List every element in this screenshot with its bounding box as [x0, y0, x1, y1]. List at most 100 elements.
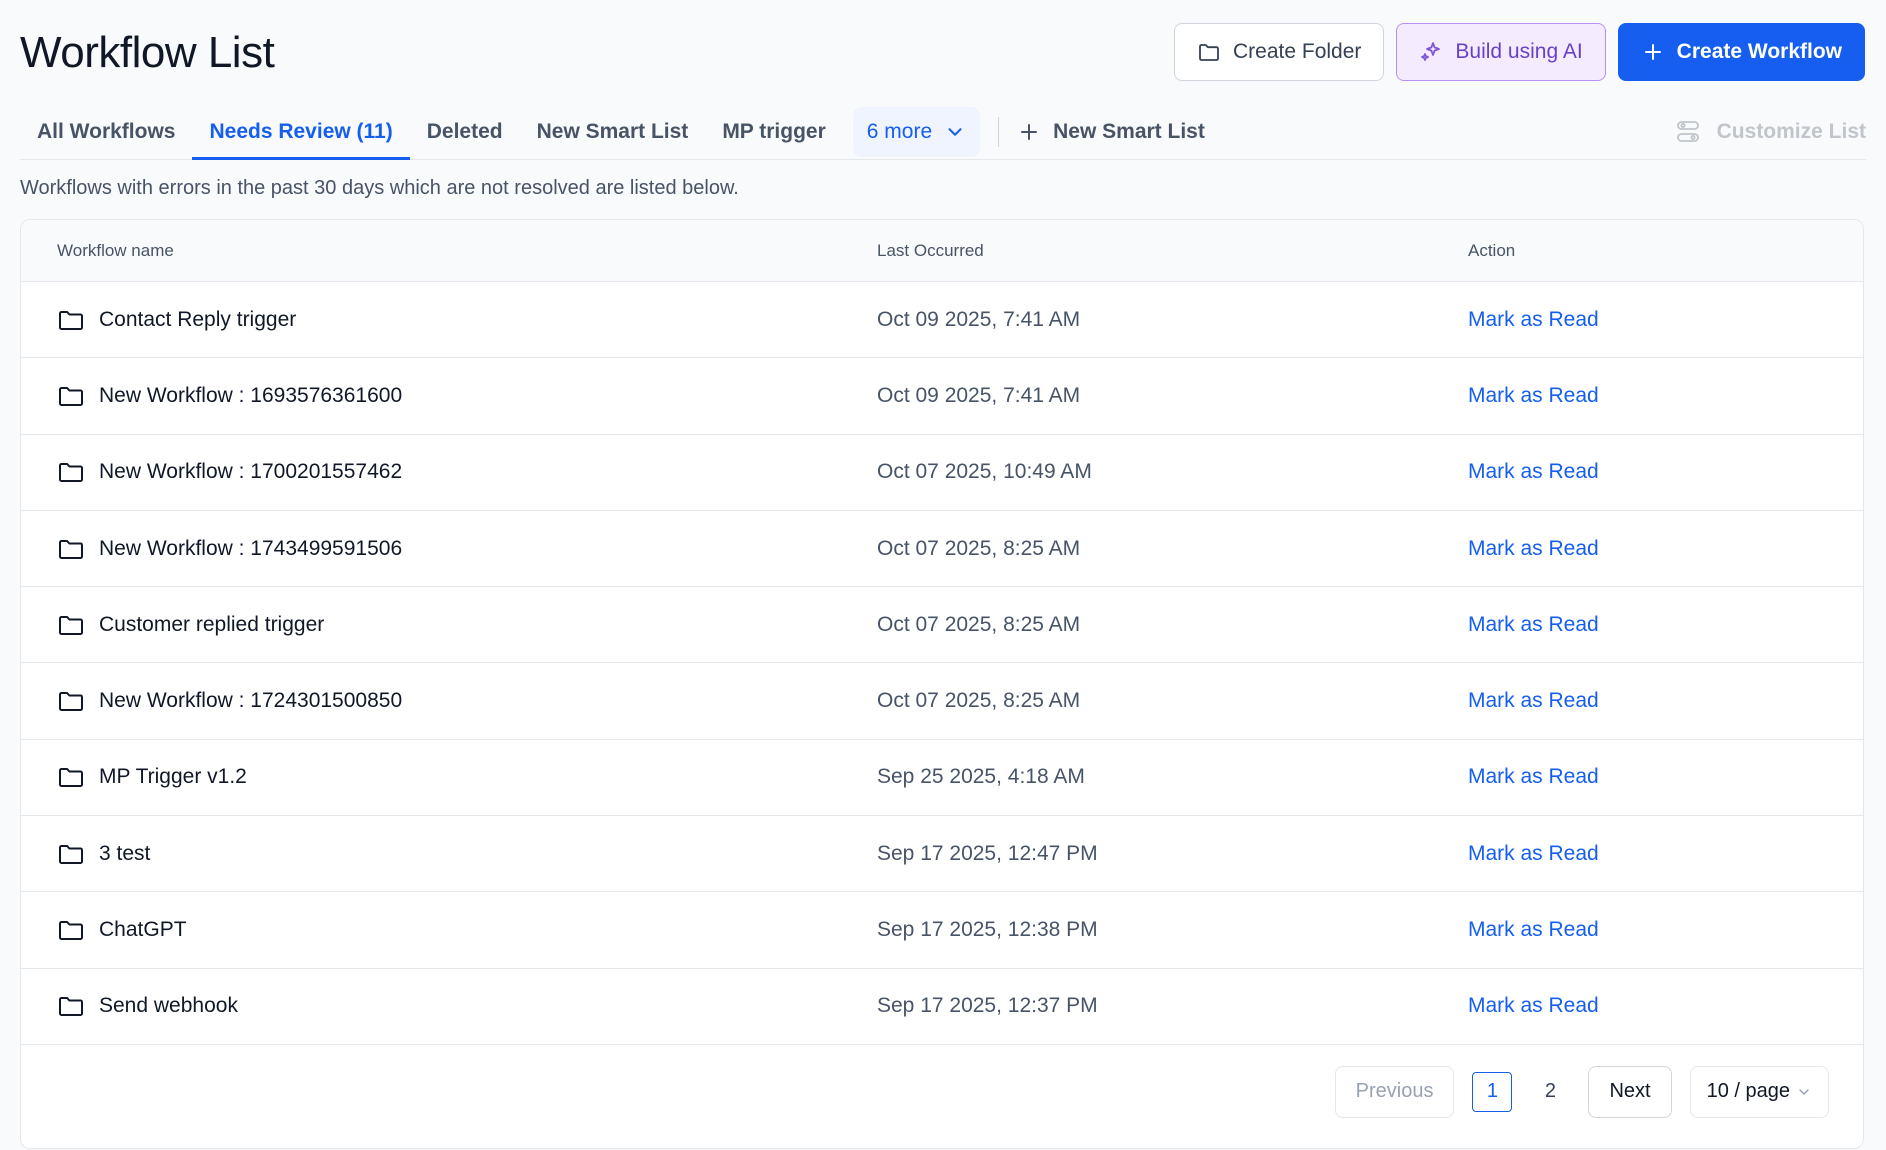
page-header: Workflow List Create Folder Build using …	[20, 0, 1866, 104]
table-row[interactable]: MP Trigger v1.2 Sep 25 2025, 4:18 AM Mark …	[21, 740, 1863, 817]
tabs-bar: All Workflows Needs Review (11) Deleted …	[20, 104, 1866, 160]
create-folder-button[interactable]: Create Folder	[1174, 23, 1385, 81]
action-cell: Mark as Read	[1468, 918, 1863, 942]
mark-as-read-link[interactable]: Mark as Read	[1468, 308, 1599, 331]
tab-mp-trigger[interactable]: MP trigger	[705, 104, 842, 159]
mark-as-read-link[interactable]: Mark as Read	[1468, 537, 1599, 560]
workflow-name[interactable]: MP Trigger v1.2	[99, 765, 247, 789]
tab-all-workflows[interactable]: All Workflows	[20, 104, 192, 159]
next-page-button[interactable]: Next	[1588, 1065, 1672, 1118]
workflow-name[interactable]: New Workflow : 1693576361600	[99, 384, 402, 408]
tab-deleted[interactable]: Deleted	[410, 104, 520, 159]
action-cell: Mark as Read	[1468, 689, 1863, 713]
create-folder-label: Create Folder	[1233, 40, 1362, 63]
tabs: All Workflows Needs Review (11) Deleted …	[20, 104, 1209, 160]
folder-icon	[59, 310, 83, 330]
workflow-name[interactable]: Contact Reply trigger	[99, 308, 296, 332]
workflow-name-cell: New Workflow : 1724301500850	[21, 687, 877, 715]
column-header-name: Workflow name	[57, 240, 174, 260]
customize-icon	[1676, 120, 1699, 142]
workflow-name[interactable]: New Workflow : 1743499591506	[99, 537, 402, 561]
table-row[interactable]: 3 test Sep 17 2025, 12:47 PM Mark as Read	[21, 816, 1863, 893]
mark-as-read-link[interactable]: Mark as Read	[1468, 918, 1599, 941]
table-row[interactable]: Contact Reply trigger Oct 09 2025, 7:41 A…	[21, 282, 1863, 359]
table-row[interactable]: ChatGPT Sep 17 2025, 12:38 PM Mark as Read	[21, 892, 1863, 969]
action-cell: Mark as Read	[1468, 308, 1863, 332]
table-row[interactable]: New Workflow : 1693576361600 Oct 09 2025,…	[21, 358, 1863, 435]
workflow-name[interactable]: New Workflow : 1724301500850	[99, 689, 402, 713]
workflow-name-cell: Contact Reply trigger	[21, 306, 877, 334]
header-actions: Create Folder Build using AI Create Work…	[1174, 23, 1865, 81]
mark-as-read-link[interactable]: Mark as Read	[1468, 765, 1599, 788]
column-header-action: Action	[1468, 240, 1516, 260]
workflow-name[interactable]: Send webhook	[99, 994, 238, 1018]
previous-page-button[interactable]: Previous	[1334, 1065, 1455, 1118]
workflow-name[interactable]: ChatGPT	[99, 918, 187, 942]
pagination: Previous 1 2 Next 10 / page	[21, 1045, 1863, 1139]
workflow-name-cell: Send webhook	[21, 992, 877, 1020]
plus-icon	[1644, 44, 1661, 60]
folder-icon	[59, 463, 83, 483]
last-occurred-cell: Sep 17 2025, 12:47 PM	[877, 841, 1098, 865]
build-using-ai-button[interactable]: Build using AI	[1396, 23, 1606, 81]
workflow-name-cell: ChatGPT	[21, 916, 877, 944]
workflow-name[interactable]: Customer replied trigger	[99, 613, 324, 637]
sparkle-icon	[1421, 42, 1441, 61]
workflow-table: Workflow name Last Occurred Action Conta…	[20, 219, 1864, 1149]
workflow-name-cell: MP Trigger v1.2	[21, 763, 877, 791]
table-row[interactable]: New Workflow : 1743499591506 Oct 07 2025,…	[21, 511, 1863, 588]
last-occurred-cell: Oct 07 2025, 8:25 AM	[877, 536, 1081, 560]
chevron-down-icon	[1799, 1089, 1809, 1096]
list-description: Workflows with errors in the past 30 day…	[20, 177, 739, 199]
mark-as-read-link[interactable]: Mark as Read	[1468, 384, 1599, 407]
last-occurred-cell: Oct 09 2025, 7:41 AM	[877, 307, 1081, 331]
table-body: Contact Reply trigger Oct 09 2025, 7:41 A…	[21, 282, 1863, 1045]
tabs-divider	[998, 116, 1000, 147]
tab-needs-review[interactable]: Needs Review (11)	[192, 104, 411, 160]
mark-as-read-link[interactable]: Mark as Read	[1468, 842, 1599, 865]
folder-icon	[59, 921, 83, 941]
folder-icon	[59, 997, 83, 1017]
folder-icon	[59, 768, 83, 788]
action-cell: Mark as Read	[1468, 994, 1863, 1018]
table-row[interactable]: Customer replied trigger Oct 07 2025, 8:2…	[21, 587, 1863, 664]
more-tabs-label: 6 more	[866, 119, 933, 143]
mark-as-read-link[interactable]: Mark as Read	[1468, 994, 1599, 1017]
workflow-name[interactable]: 3 test	[99, 842, 150, 866]
customize-list-label: Customize List	[1716, 119, 1866, 143]
workflow-name[interactable]: New Workflow : 1700201557462	[99, 460, 402, 484]
action-cell: Mark as Read	[1468, 460, 1863, 484]
action-cell: Mark as Read	[1468, 384, 1863, 408]
plus-icon	[1021, 123, 1038, 140]
page-1-button[interactable]: 1	[1472, 1071, 1513, 1112]
last-occurred-cell: Oct 09 2025, 7:41 AM	[877, 383, 1081, 407]
action-cell: Mark as Read	[1468, 765, 1863, 789]
table-row[interactable]: New Workflow : 1700201557462 Oct 07 2025,…	[21, 435, 1863, 511]
last-occurred-cell: Oct 07 2025, 8:25 AM	[877, 689, 1081, 713]
mark-as-read-link[interactable]: Mark as Read	[1468, 613, 1599, 636]
create-workflow-button[interactable]: Create Workflow	[1617, 23, 1865, 81]
table-row[interactable]: Send webhook Sep 17 2025, 12:37 PM Mark as…	[21, 969, 1863, 1045]
workflow-name-cell: New Workflow : 1700201557462	[21, 458, 877, 486]
page-size-select[interactable]: 10 / page	[1689, 1065, 1829, 1118]
last-occurred-cell: Sep 17 2025, 12:38 PM	[877, 918, 1098, 942]
more-tabs-dropdown[interactable]: 6 more	[852, 106, 981, 157]
table-row[interactable]: New Workflow : 1724301500850 Oct 07 2025,…	[21, 663, 1863, 740]
workflow-name-cell: Customer replied trigger	[21, 611, 877, 639]
new-smart-list-label: New Smart List	[1053, 119, 1205, 143]
folder-icon	[59, 539, 83, 559]
column-header-last-occurred: Last Occurred	[877, 240, 984, 260]
last-occurred-cell: Sep 17 2025, 12:37 PM	[877, 994, 1098, 1018]
customize-list-button[interactable]: Customize List	[1675, 119, 1866, 145]
new-smart-list-button[interactable]: New Smart List	[1017, 120, 1209, 144]
workflow-name-cell: New Workflow : 1743499591506	[21, 535, 877, 563]
mark-as-read-link[interactable]: Mark as Read	[1468, 689, 1599, 712]
folder-icon	[59, 692, 83, 712]
folder-icon	[59, 844, 83, 864]
action-cell: Mark as Read	[1468, 613, 1863, 637]
tab-new-smart-list[interactable]: New Smart List	[520, 104, 706, 159]
page-title: Workflow List	[20, 28, 275, 77]
folder-icon	[59, 386, 83, 406]
mark-as-read-link[interactable]: Mark as Read	[1468, 460, 1599, 483]
page-2-button[interactable]: 2	[1530, 1072, 1570, 1112]
